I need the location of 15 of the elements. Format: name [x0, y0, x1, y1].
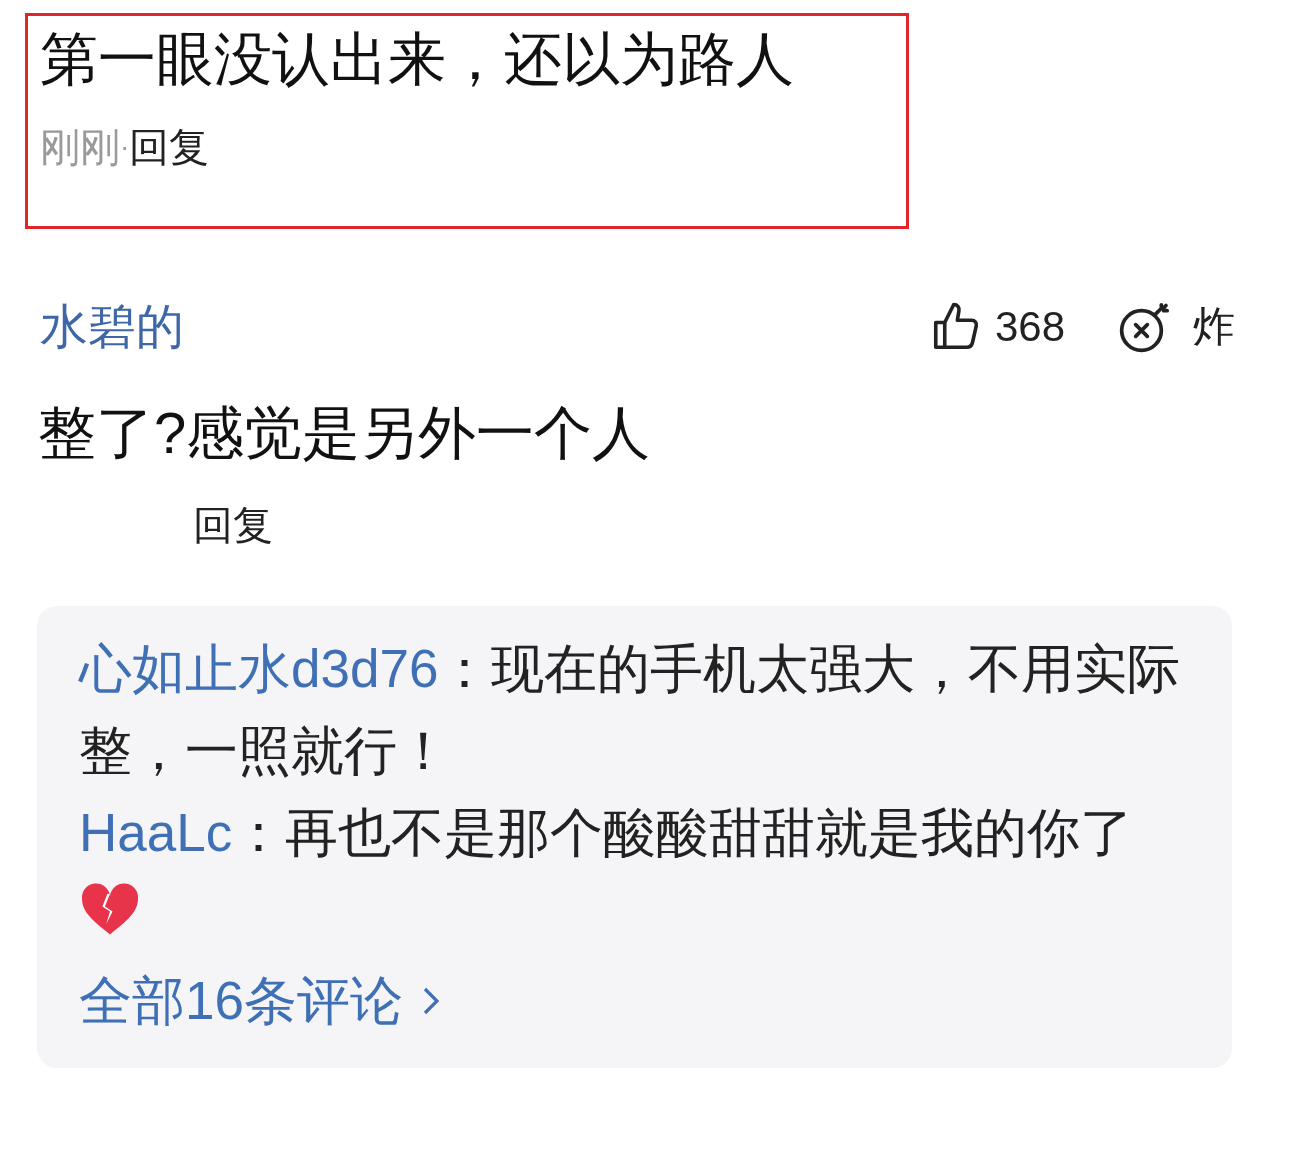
username-link[interactable]: HaaLc — [79, 803, 233, 862]
comment-text: 整了?感觉是另外一个人 — [38, 399, 651, 467]
bomb-button[interactable]: 炸 — [1117, 295, 1235, 358]
view-all-comments-link[interactable]: 全部16条评论 — [79, 956, 439, 1046]
username-link[interactable]: 水碧的 — [40, 296, 184, 357]
reply-text: 心如止水d3d76：现在的手机太强大，不用实际整，一照就行！ — [79, 638, 1182, 782]
username-link[interactable]: 心如止水d3d76 — [79, 639, 439, 698]
timestamp: 刚刚 — [40, 124, 120, 171]
like-button[interactable]: 368 — [928, 295, 1065, 358]
reply-link[interactable]: 回复 — [193, 500, 273, 550]
reply-text: HaaLc：再也不是那个酸酸甜甜就是我的你了 — [79, 792, 1182, 956]
separator-dot: · — [120, 130, 130, 164]
reply-link[interactable]: 回复 — [129, 122, 210, 172]
chevron-right-icon — [422, 986, 439, 1016]
comment-text: 第一眼没认出来，还以为路人 — [40, 25, 794, 93]
